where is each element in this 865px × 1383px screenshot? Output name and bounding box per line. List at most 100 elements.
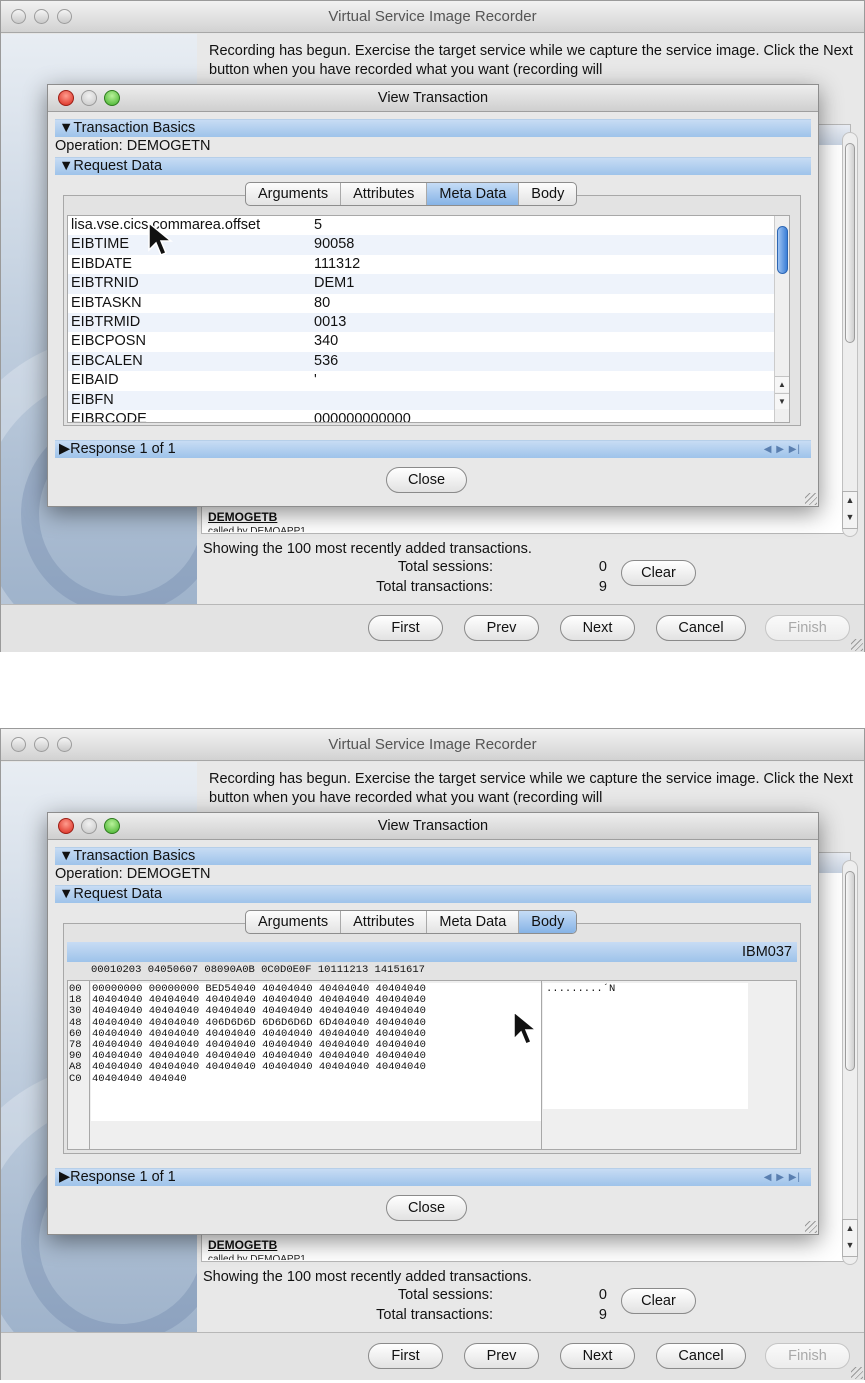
scroll-down-icon[interactable]: ▼	[775, 393, 789, 409]
dialog-title: View Transaction	[377, 90, 489, 106]
meta-data-row[interactable]: EIBTASKN 80	[68, 293, 776, 313]
prev-button[interactable]: Prev	[464, 1343, 539, 1369]
response-label: ▶Response 1 of 1	[59, 441, 176, 457]
response-nav-icon[interactable]: ◀ ▶ ▶|	[764, 1169, 801, 1186]
meta-data-row[interactable]: EIBCALEN 536	[68, 351, 776, 372]
encoding-label: IBM037	[67, 942, 797, 962]
cancel-button[interactable]: Cancel	[656, 615, 746, 641]
tab-meta-data[interactable]: Meta Data	[427, 911, 520, 933]
total-transactions-value: 9	[598, 1307, 607, 1323]
first-button[interactable]: First	[368, 1343, 443, 1369]
request-data-header[interactable]: ▼Request Data	[55, 157, 811, 175]
tab-arguments[interactable]: Arguments	[246, 911, 342, 933]
meta-value: 340	[314, 333, 339, 350]
view-transaction-dialog: View Transaction ▼Transaction Basics Ope…	[47, 812, 819, 1235]
dialog-resize-grip-icon[interactable]	[805, 1221, 817, 1233]
meta-data-row[interactable]: EIBFN	[68, 390, 776, 410]
next-button[interactable]: Next	[560, 615, 635, 641]
close-button[interactable]: Close	[386, 1195, 467, 1221]
meta-data-row[interactable]: EIBRCODE 000000000000	[68, 410, 776, 423]
request-data-header[interactable]: ▼Request Data	[55, 885, 811, 903]
tab-body[interactable]: Body	[519, 183, 576, 205]
meta-data-row[interactable]: EIBCPOSN 340	[68, 332, 776, 352]
tab-meta-data[interactable]: Meta Data	[427, 183, 520, 205]
response-header[interactable]: ▶Response 1 of 1 ◀ ▶ ▶|	[55, 440, 811, 458]
first-button[interactable]: First	[368, 615, 443, 641]
meta-data-row[interactable]: EIBAID '	[68, 371, 776, 391]
meta-value: '	[314, 372, 317, 389]
meta-key: EIBTRNID	[71, 275, 139, 292]
wizard-button-bar: First Prev Next Cancel Finish	[1, 604, 864, 652]
dialog-resize-grip-icon[interactable]	[805, 493, 817, 505]
meta-value: 0013	[314, 314, 347, 330]
hex-editor[interactable]: 00 18 30 48 60 78 90 A8 C0 00000000 00000000 BED…	[67, 980, 797, 1150]
tab-arguments[interactable]: Arguments	[246, 183, 342, 205]
transactions-scroll-arrows[interactable]: ▲ ▼	[842, 1219, 858, 1257]
tab-attributes[interactable]: Attributes	[341, 183, 428, 205]
meta-key: EIBRCODE	[71, 411, 147, 423]
meta-key: EIBCALEN	[71, 352, 143, 369]
meta-key: EIBFN	[71, 391, 114, 408]
resize-grip-icon[interactable]	[851, 639, 863, 651]
hex-offset: C0	[69, 1072, 82, 1085]
meta-key: EIBAID	[71, 372, 119, 389]
next-button[interactable]: Next	[560, 1343, 635, 1369]
total-sessions-label: Total sessions:	[397, 559, 493, 575]
clear-button[interactable]: Clear	[621, 1288, 696, 1314]
transaction-basics-header[interactable]: ▼Transaction Basics	[55, 119, 811, 137]
total-sessions-label: Total sessions:	[397, 1287, 493, 1303]
meta-data-row[interactable]: lisa.vse.cics.commarea.offset 5	[68, 216, 776, 236]
prev-button[interactable]: Prev	[464, 615, 539, 641]
meta-data-table[interactable]: lisa.vse.cics.commarea.offset 5 EIBTIME 900…	[67, 215, 790, 423]
transaction-item-sub: called by DEMOAPP1	[208, 526, 306, 532]
hex-column-header: 00010203 04050607 08090A0B 0C0D0E0F 1011…	[91, 964, 425, 976]
meta-data-row[interactable]: EIBTIME 90058	[68, 235, 776, 255]
dialog-title: View Transaction	[377, 818, 489, 834]
dialog-titlebar: View Transaction	[48, 813, 818, 840]
screenshot-body: Virtual Service Image Recorder Recording…	[0, 728, 865, 1383]
total-transactions-value: 9	[598, 579, 607, 595]
meta-key: EIBTRMID	[71, 314, 141, 330]
transaction-item-label[interactable]: DEMOGETB	[208, 1238, 277, 1252]
meta-key: EIBTASKN	[71, 294, 142, 311]
showing-text: Showing the 100 most recently added tran…	[203, 1269, 532, 1285]
response-header[interactable]: ▶Response 1 of 1 ◀ ▶ ▶|	[55, 1168, 811, 1186]
meta-value: 5	[314, 217, 323, 233]
transaction-basics-header[interactable]: ▼Transaction Basics	[55, 847, 811, 865]
response-nav-icon[interactable]: ◀ ▶ ▶|	[764, 441, 801, 458]
hex-line: 40404040 40404040 40404040 40404040 4040…	[92, 1061, 426, 1074]
screenshot-meta-data: Virtual Service Image Recorder Recording…	[0, 0, 865, 655]
meta-value: 536	[314, 352, 339, 369]
hex-text-view[interactable]: .........´N	[543, 983, 748, 1109]
meta-data-scrollbar[interactable]: ▲ ▼	[774, 216, 789, 422]
meta-value: 90058	[314, 236, 355, 253]
tab-attributes[interactable]: Attributes	[341, 911, 428, 933]
transactions-scrollbar[interactable]	[842, 132, 858, 537]
cancel-button[interactable]: Cancel	[656, 1343, 746, 1369]
hex-offset: 30	[69, 1005, 82, 1018]
showing-text: Showing the 100 most recently added tran…	[203, 541, 532, 557]
total-transactions-label: Total transactions:	[376, 1307, 493, 1323]
total-transactions-label: Total transactions:	[376, 579, 493, 595]
tab-body[interactable]: Body	[519, 911, 577, 933]
transactions-scroll-arrows[interactable]: ▲ ▼	[842, 491, 858, 529]
transactions-scrollbar[interactable]	[842, 860, 858, 1265]
dialog-titlebar: View Transaction	[48, 85, 818, 112]
resize-grip-icon[interactable]	[851, 1367, 863, 1379]
meta-value: 80	[314, 294, 331, 311]
meta-data-scroll-thumb[interactable]	[777, 226, 788, 274]
recorder-title: Virtual Service Image Recorder	[328, 8, 537, 25]
close-button[interactable]: Close	[386, 467, 467, 493]
transaction-item-sub: called by DEMOAPP1	[208, 1254, 306, 1260]
meta-data-row[interactable]: EIBDATE 111312	[68, 254, 776, 275]
operation-label: Operation: DEMOGETN	[55, 866, 211, 882]
meta-data-row[interactable]: EIBTRNID DEM1	[68, 274, 776, 294]
recorder-titlebar: Virtual Service Image Recorder	[1, 1, 864, 33]
meta-data-row[interactable]: EIBTRMID 0013	[68, 313, 776, 333]
transaction-item-label[interactable]: DEMOGETB	[208, 510, 277, 524]
scroll-up-icon[interactable]: ▲	[775, 376, 789, 392]
clear-button[interactable]: Clear	[621, 560, 696, 586]
meta-key: EIBCPOSN	[71, 333, 146, 350]
meta-value: DEM1	[314, 275, 355, 292]
hex-bytes[interactable]: 00000000 00000000 BED54040 40404040 4040…	[91, 981, 542, 1149]
